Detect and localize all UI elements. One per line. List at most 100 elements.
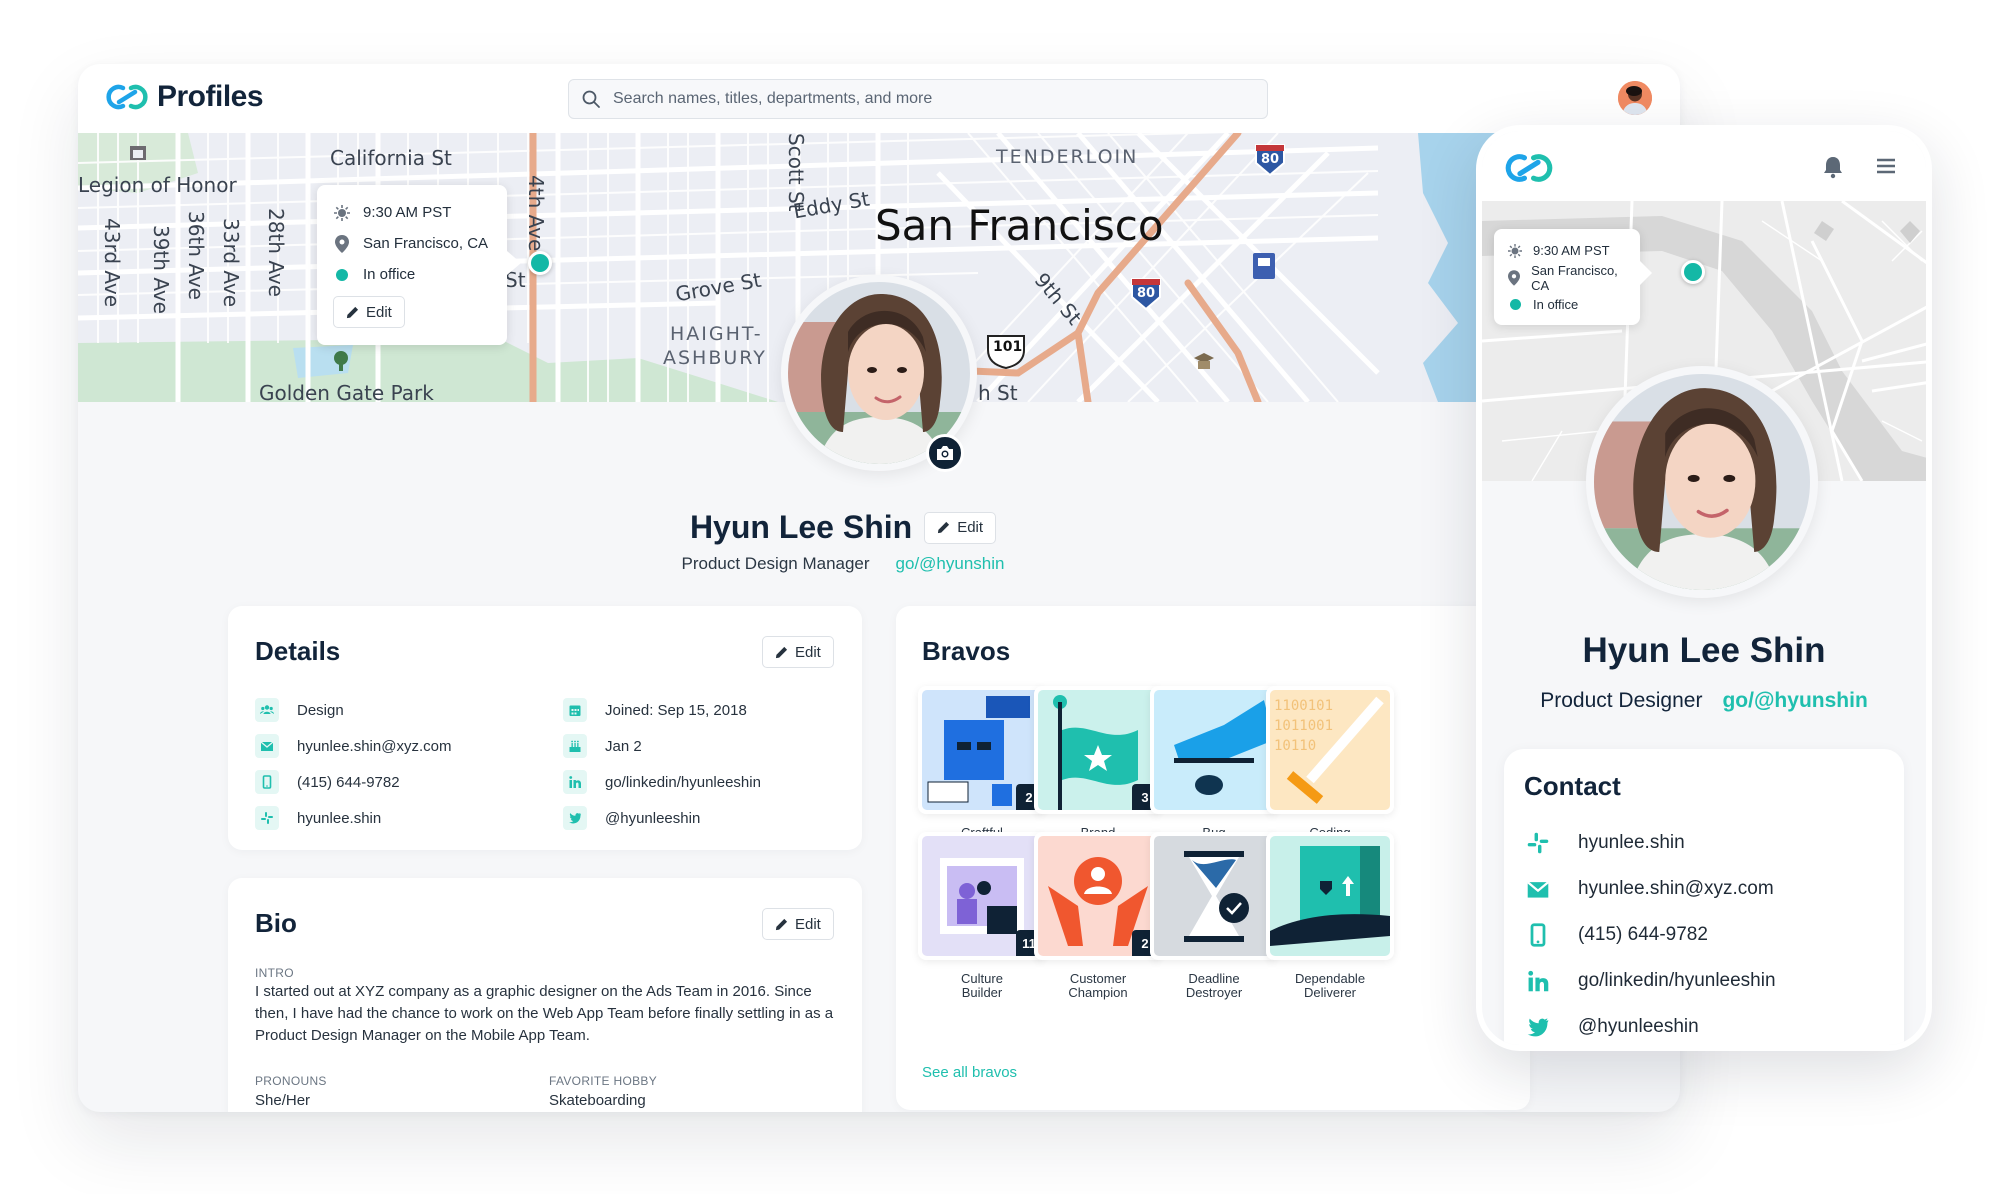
- linkedin-icon: [1528, 970, 1549, 992]
- profiles-logo-icon[interactable]: [1504, 151, 1554, 185]
- pronouns-value: She/Her: [255, 1092, 311, 1109]
- contact-twitter[interactable]: @hyunleeshin: [1524, 1015, 1699, 1039]
- mobile-profile-title: Product Designer: [1540, 689, 1703, 712]
- contact-slack[interactable]: hyunlee.shin: [1524, 831, 1685, 855]
- see-all-bravos-link[interactable]: See all bravos: [922, 1064, 1017, 1081]
- detail-email[interactable]: hyunlee.shin@xyz.com: [255, 728, 451, 764]
- location-card-pointer: [507, 251, 521, 275]
- bravo-badge[interactable]: Dependable Deliverer: [1266, 832, 1394, 1000]
- coding-warrior-art: 1100101 1011001 10110: [1270, 690, 1390, 810]
- map-label-legion-of-honor: Legion of Honor: [78, 173, 237, 197]
- edit-name-button[interactable]: Edit: [924, 511, 997, 544]
- app-logo[interactable]: Profiles: [105, 80, 264, 114]
- transit-station-icon: [1253, 253, 1275, 279]
- profile-name: Hyun Lee Shin: [689, 509, 913, 545]
- shield-label-80-top: 80: [1261, 152, 1280, 167]
- deadline-destroyer-art-icon: [1184, 851, 1249, 942]
- detail-phone[interactable]: (415) 644-9782: [255, 764, 451, 800]
- bio-heading: Bio: [255, 908, 297, 938]
- change-photo-button[interactable]: [926, 434, 964, 472]
- mobile-profile-golink[interactable]: go/@hyunshin: [1722, 689, 1867, 713]
- detail-linkedin[interactable]: go/linkedin/hyunleeshin: [563, 764, 761, 800]
- detail-twitter[interactable]: @hyunleeshin: [563, 800, 761, 836]
- bravo-badge[interactable]: Deadline Destroyer: [1150, 832, 1278, 1000]
- mobile-contact-card: Contact hyunlee.shin hyunlee.shin@xyz.co…: [1504, 749, 1904, 1045]
- details-card: Details Edit Design hyunlee.shin@xyz.com…: [228, 606, 862, 850]
- team-icon: [260, 705, 274, 714]
- profiles-logo-icon: [106, 84, 148, 110]
- detail-department: Design: [255, 692, 451, 728]
- email-icon: [1527, 881, 1549, 898]
- search-icon: [582, 90, 600, 108]
- mobile-status-text: In office: [1533, 297, 1579, 312]
- mobile-local-time: 9:30 AM PST: [1533, 243, 1610, 258]
- bio-intro-text: I started out at XYZ company as a graphi…: [255, 983, 834, 1044]
- bravo-tile: 2: [1034, 832, 1162, 960]
- mobile-map-location-pin[interactable]: [1681, 260, 1705, 284]
- detail-joined-date: Joined: Sep 15, 2018: [563, 692, 761, 728]
- twitter-icon: [569, 813, 581, 824]
- map-label-ashbury: ASHBURY: [663, 347, 767, 369]
- mobile-app-window: 9:30 AM PST San Francisco, CA In office: [1476, 125, 1932, 1051]
- bravo-badge[interactable]: 3BrandAmbassador: [1034, 686, 1162, 854]
- user-avatar-photo: [1618, 81, 1652, 115]
- svg-text:1011001: 1011001: [1274, 718, 1333, 734]
- status-text: In office: [363, 266, 416, 283]
- dependable-deliverer-art: [1270, 836, 1390, 956]
- edit-details-button[interactable]: Edit: [762, 636, 834, 668]
- mobile-profile-photo[interactable]: [1594, 374, 1810, 590]
- search-bar[interactable]: [568, 79, 1268, 119]
- shield-label-80-bottom: 80: [1137, 286, 1156, 301]
- linkedin-icon: [569, 776, 581, 788]
- hobby-label: FAVORITE HOBBY: [549, 1074, 657, 1088]
- bio-intro-label: INTRO: [255, 966, 294, 980]
- pencil-icon: [775, 918, 788, 930]
- hobby-value: Skateboarding: [549, 1092, 646, 1109]
- edit-bio-button[interactable]: Edit: [762, 908, 834, 940]
- calendar-icon: [569, 705, 581, 716]
- bravos-heading: Bravos: [922, 636, 1011, 666]
- mobile-status-row: In office: [1506, 291, 1628, 318]
- mobile-profile-subtitle: Product Designer go/@hyunshin: [1482, 689, 1926, 713]
- shield-label-101: 101: [993, 339, 1023, 355]
- city-name: San Francisco, CA: [363, 235, 489, 252]
- top-navigation-bar: Profiles: [78, 64, 1680, 133]
- pronouns-label: PRONOUNS: [255, 1074, 327, 1088]
- mobile-city-name: San Francisco, CA: [1531, 262, 1618, 293]
- slack-icon: [261, 812, 273, 824]
- birthday-cake-icon: [569, 740, 581, 752]
- contact-linkedin[interactable]: go/linkedin/hyunleeshin: [1524, 969, 1776, 993]
- profile-golink[interactable]: go/@hyunshin: [896, 554, 1005, 574]
- bravo-label: Culture Builder: [961, 971, 1003, 1000]
- pencil-icon: [938, 521, 950, 534]
- mobile-location-card-pointer: [1640, 261, 1652, 285]
- map-location-pin[interactable]: [528, 251, 552, 275]
- bug-squasher-art-icon: [1174, 700, 1274, 795]
- location-pin-icon: [335, 234, 349, 253]
- phone-icon: [1530, 923, 1546, 947]
- details-heading: Details: [255, 636, 341, 666]
- user-avatar[interactable]: [1618, 81, 1652, 115]
- edit-location-button[interactable]: Edit: [333, 296, 405, 328]
- search-input[interactable]: [613, 90, 1233, 108]
- bravo-badge[interactable]: 2 Customer Champion: [1034, 832, 1162, 1000]
- bravo-badge[interactable]: 2CraftfulCommunicator: [918, 686, 1046, 854]
- bravo-badge[interactable]: 1100101101100110110CodingWarrior: [1266, 686, 1394, 854]
- profile-header: Hyun Lee Shin Edit Product Design Manage…: [78, 509, 1608, 574]
- detail-slack[interactable]: hyunlee.shin: [255, 800, 451, 836]
- map-label-4th-ave: 4th Ave: [524, 175, 548, 252]
- deadline-destroyer-art: [1154, 836, 1274, 956]
- contact-phone[interactable]: (415) 644-9782: [1524, 923, 1708, 947]
- location-pin-icon: [1508, 269, 1521, 286]
- contact-email[interactable]: hyunlee.shin@xyz.com: [1524, 877, 1774, 901]
- notification-bell-icon[interactable]: [1822, 155, 1844, 179]
- status-dot-icon: [336, 268, 348, 281]
- bravo-badge[interactable]: BugSquasher: [1150, 686, 1278, 854]
- hamburger-menu-icon[interactable]: [1876, 157, 1896, 175]
- bravo-tile: 11: [918, 832, 1046, 960]
- bravo-badge[interactable]: 11 Culture Builder: [918, 832, 1046, 1000]
- mobile-top-bar: [1482, 131, 1926, 201]
- bravo-label: Customer Champion: [1068, 971, 1128, 1000]
- bravo-label: Dependable Deliverer: [1294, 971, 1366, 1000]
- bravo-tile: 2: [918, 686, 1046, 814]
